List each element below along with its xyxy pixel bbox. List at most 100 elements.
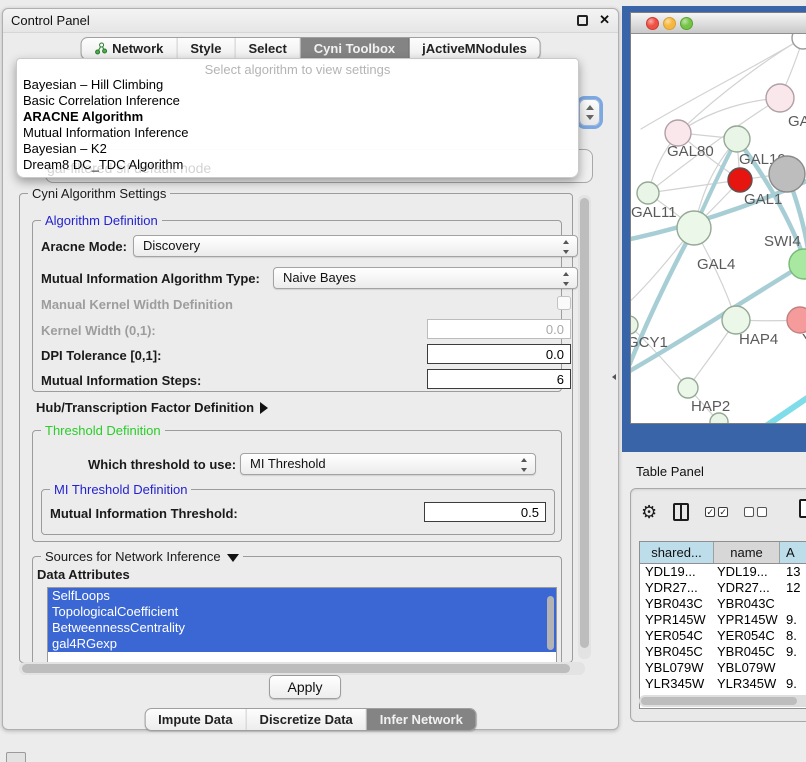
data-attribute-item[interactable]: BetweennessCentrality (48, 620, 556, 636)
document-icon[interactable] (799, 499, 806, 518)
network-canvas[interactable]: GALGAL80GAL10GAL1GAL11GAL4SWI4YHAP4GCY1H… (631, 34, 806, 423)
table-row[interactable]: YBR043CYBR043C (640, 596, 806, 612)
network-node-y[interactable] (787, 307, 806, 333)
node-label: GAL (788, 113, 806, 130)
table-row[interactable]: YBR045CYBR045C9. (640, 644, 806, 660)
columns-icon[interactable] (673, 503, 689, 521)
network-node[interactable] (792, 34, 806, 49)
control-panel-window: Control Panel ✕ NetworkStyleSelectCyni T… (2, 8, 619, 730)
table-row[interactable]: YDR27...YDR27...12 (640, 580, 806, 596)
data-attribute-item[interactable]: gal4RGexp (48, 636, 556, 652)
network-node-hap2[interactable] (678, 378, 698, 398)
algorithm-menu-item[interactable]: Mutual Information Inference (17, 125, 578, 141)
minimized-panel-icon[interactable] (6, 752, 26, 762)
unchecked-boxes-icon[interactable] (744, 507, 767, 517)
gear-icon[interactable]: ⚙ (641, 502, 657, 522)
data-attributes-list[interactable]: SelfLoopsTopologicalCoefficientBetweenne… (47, 587, 557, 669)
cyni-algorithm-settings-group: Cyni Algorithm Settings Algorithm Defini… (19, 193, 573, 663)
apply-button[interactable]: Apply (269, 675, 341, 699)
minimize-traffic-light-icon[interactable] (663, 17, 676, 30)
table-cell (780, 596, 806, 612)
column-header[interactable]: shared... (640, 542, 714, 563)
manual-kernel-width-label: Manual Kernel Width Definition (41, 297, 233, 312)
hub-definition-toggle[interactable]: Hub/Transcription Factor Definition (36, 400, 268, 415)
network-node-hap4[interactable] (722, 306, 750, 334)
dpi-tolerance-field[interactable] (427, 344, 571, 364)
combo-stepper-focused[interactable] (579, 99, 600, 126)
network-node-swi4[interactable] (789, 249, 806, 279)
scrollbar-thumb[interactable] (22, 664, 570, 673)
algorithm-menu-item[interactable]: Bayesian – Hill Climbing (17, 77, 578, 93)
close-icon[interactable]: ✕ (599, 12, 610, 28)
tab-label: Cyni Toolbox (314, 41, 395, 56)
network-node-gcy1[interactable] (631, 316, 638, 334)
network-edge[interactable] (678, 98, 780, 133)
column-header[interactable]: A (780, 542, 806, 563)
settings-vertical-scrollbar[interactable] (578, 195, 591, 659)
table-horizontal-scrollbar[interactable] (639, 695, 806, 707)
zoom-traffic-light-icon[interactable] (680, 17, 693, 30)
aracne-mode-combobox[interactable]: Discovery (133, 235, 578, 257)
node-label: SWI4 (764, 233, 801, 250)
scrollbar-thumb[interactable] (641, 697, 797, 705)
sources-group: Sources for Network Inference Data Attri… (32, 556, 562, 664)
cyni-algorithm-settings-title: Cyni Algorithm Settings (28, 186, 170, 201)
checked-boxes-icon[interactable]: ✓✓ (705, 507, 728, 517)
algorithm-menu-item[interactable]: Basic Correlation Inference (17, 93, 578, 109)
node-label: GCY1 (631, 334, 668, 351)
algorithm-menu-item[interactable]: ARACNE Algorithm (17, 109, 578, 125)
algorithm-menu-item[interactable]: Bayesian – K2 (17, 141, 578, 157)
tab-label: Style (190, 41, 221, 56)
tab-cyni-toolbox[interactable]: Cyni Toolbox (301, 38, 409, 59)
table-row[interactable]: YPR145WYPR145W9. (640, 612, 806, 628)
network-node[interactable] (769, 156, 805, 192)
table-cell: 9. (780, 612, 806, 628)
tab-select[interactable]: Select (235, 38, 300, 59)
close-traffic-light-icon[interactable] (646, 17, 659, 30)
which-threshold-combobox[interactable]: MI Threshold (240, 453, 536, 475)
data-attribute-item[interactable]: TopologicalCoefficient (48, 604, 556, 620)
table-row[interactable]: YDL19...YDL19...13 (640, 564, 806, 580)
tab-infer-network[interactable]: Infer Network (367, 709, 476, 730)
kernel-width-field[interactable] (427, 319, 571, 339)
mi-steps-field[interactable] (427, 369, 571, 389)
network-edge[interactable] (763, 394, 806, 423)
network-node-gal[interactable] (766, 84, 794, 112)
table-cell: YBL079W (640, 660, 714, 676)
table-cell: YDL19... (640, 564, 714, 580)
table-cell: YER054C (714, 628, 780, 644)
tab-impute-data[interactable]: Impute Data (145, 709, 246, 730)
data-attribute-item[interactable]: SelfLoops (48, 588, 556, 604)
list-scrollbar-thumb[interactable] (547, 596, 554, 650)
float-window-icon[interactable] (577, 15, 588, 26)
manual-kernel-width-checkbox[interactable] (557, 296, 571, 310)
table-cell: YPR145W (640, 612, 714, 628)
expanded-arrow-icon (227, 554, 239, 562)
network-node-gal10[interactable] (724, 126, 750, 152)
splitter-collapse-icon[interactable] (612, 374, 616, 380)
network-node-gal4[interactable] (677, 211, 711, 245)
table-header-row: shared... name A (640, 542, 806, 564)
algorithm-menu-item[interactable]: Dream8 DC_TDC Algorithm (17, 157, 578, 173)
scrollbar-thumb[interactable] (580, 198, 589, 648)
network-edge[interactable] (631, 264, 804, 376)
tab-network[interactable]: Network (81, 38, 177, 59)
mi-threshold-field[interactable] (424, 502, 546, 522)
table-toolbar: ⚙ ✓✓ (641, 499, 767, 525)
mi-algorithm-type-combobox[interactable]: Naive Bayes (273, 267, 578, 289)
tab-jactivemnodules[interactable]: jActiveMNodules (409, 38, 540, 59)
tab-discretize-data[interactable]: Discretize Data (247, 709, 367, 730)
table-cell: 12 (780, 580, 806, 596)
table-row[interactable]: YLR345WYLR345W9. (640, 676, 806, 692)
table-row[interactable]: YER054CYER054C8. (640, 628, 806, 644)
node-label: GAL80 (667, 143, 714, 160)
table-row[interactable]: YBL079WYBL079W (640, 660, 806, 676)
algorithm-popup-hint: Select algorithm to view settings (17, 59, 578, 77)
cyni-bottom-tabbar: Impute Data Discretize Data Infer Network (144, 708, 477, 731)
column-header[interactable]: name (714, 542, 780, 563)
tab-style[interactable]: Style (177, 38, 235, 59)
tab-label: Discretize Data (260, 712, 353, 727)
network-node-gal1[interactable] (728, 168, 752, 192)
network-node-gal11[interactable] (637, 182, 659, 204)
settings-horizontal-scrollbar[interactable] (19, 662, 585, 675)
